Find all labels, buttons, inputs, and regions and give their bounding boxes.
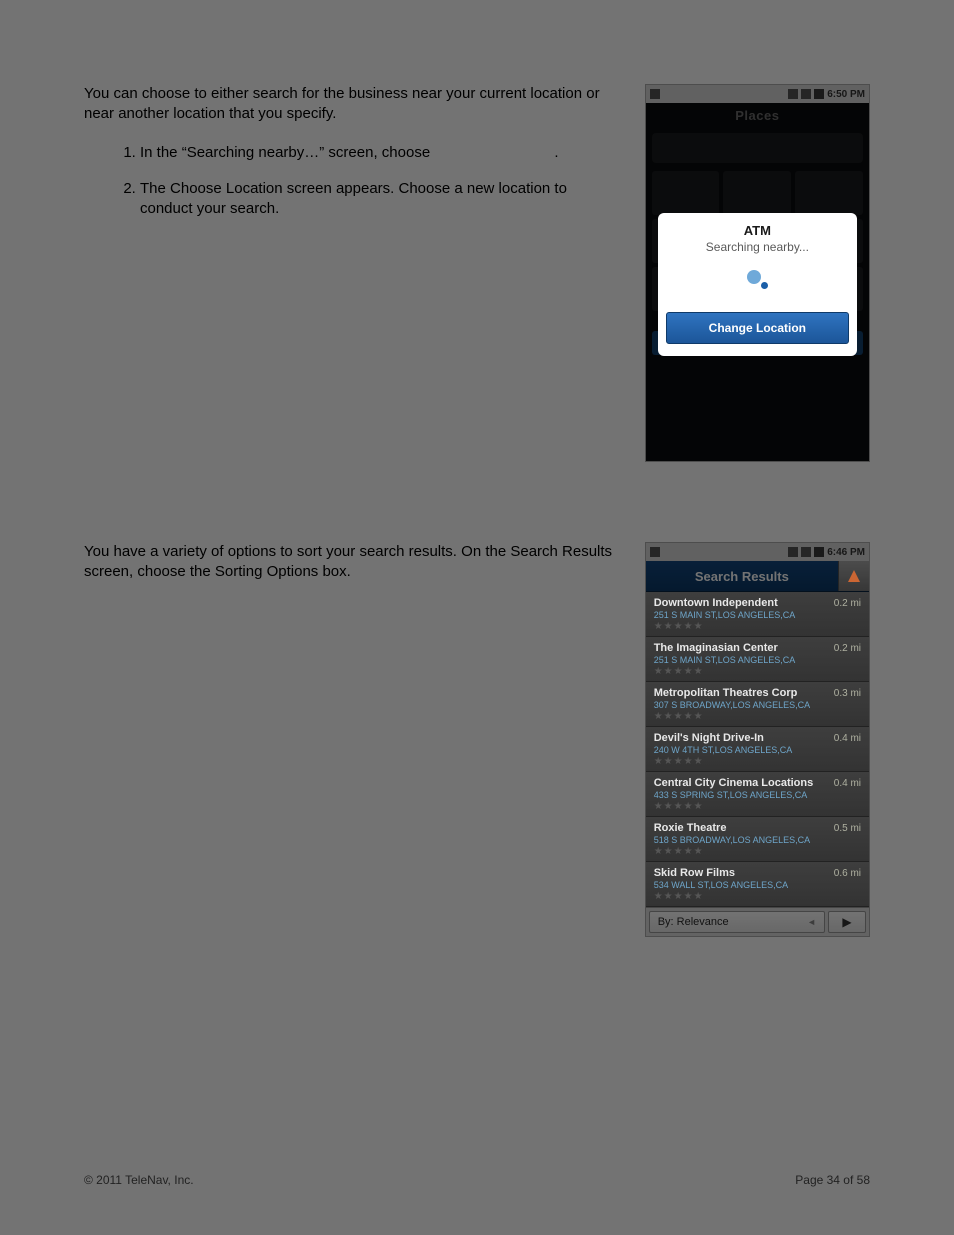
result-address: 240 W 4TH ST,LOS ANGELES,CA: [654, 745, 861, 755]
status-bar: 6:46 PM: [646, 543, 869, 561]
result-distance: 0.6 mi: [834, 868, 861, 879]
result-rating-stars: ★★★★★: [654, 891, 861, 902]
result-name: Devil's Night Drive-In: [654, 732, 861, 744]
phone1-body: Places Transportation Wi-Fi More: [646, 103, 869, 461]
result-name: Central City Cinema Locations: [654, 777, 861, 789]
change-location-button[interactable]: Change Location: [666, 312, 849, 344]
status-time: 6:50 PM: [827, 89, 865, 100]
modal-subtitle: Searching nearby...: [666, 240, 849, 254]
section-search-nearby: You can choose to either search for the …: [84, 84, 870, 462]
status-bar: 6:50 PM: [646, 85, 869, 103]
result-distance: 0.2 mi: [834, 643, 861, 654]
section1-steps: In the “Searching nearby…” screen, choos…: [84, 143, 621, 220]
page-footer: © 2011 TeleNav, Inc. Page 34 of 58: [84, 1173, 870, 1187]
category-tile[interactable]: [652, 171, 720, 215]
results-list[interactable]: 0.2 miDowntown Independent251 S MAIN ST,…: [646, 592, 869, 907]
result-address: 534 WALL ST,LOS ANGELES,CA: [654, 880, 861, 890]
result-address: 518 S BROADWAY,LOS ANGELES,CA: [654, 835, 861, 845]
copyright: © 2011 TeleNav, Inc.: [84, 1173, 194, 1187]
result-rating-stars: ★★★★★: [654, 621, 861, 632]
signal-3g-icon: [788, 89, 798, 99]
page-number: Page 34 of 58: [795, 1173, 870, 1187]
result-address: 307 S BROADWAY,LOS ANGELES,CA: [654, 700, 861, 710]
category-tile[interactable]: [795, 171, 863, 215]
sort-next-button[interactable]: ▶: [828, 911, 866, 933]
result-name: Metropolitan Theatres Corp: [654, 687, 861, 699]
result-distance: 0.3 mi: [834, 688, 861, 699]
places-header: Places: [646, 103, 869, 129]
result-row[interactable]: 0.3 miMetropolitan Theatres Corp307 S BR…: [646, 682, 869, 727]
result-name: Roxie Theatre: [654, 822, 861, 834]
battery-icon: [814, 547, 824, 557]
result-row[interactable]: 0.5 miRoxie Theatre518 S BROADWAY,LOS AN…: [646, 817, 869, 862]
result-rating-stars: ★★★★★: [654, 666, 861, 677]
map-toggle-button[interactable]: [838, 561, 869, 591]
result-address: 433 S SPRING ST,LOS ANGELES,CA: [654, 790, 861, 800]
result-name: Skid Row Films: [654, 867, 861, 879]
results-title: Search Results: [646, 561, 838, 591]
result-distance: 0.2 mi: [834, 598, 861, 609]
result-row[interactable]: 0.4 miDevil's Night Drive-In240 W 4TH ST…: [646, 727, 869, 772]
results-header: Search Results: [646, 561, 869, 592]
result-rating-stars: ★★★★★: [654, 711, 861, 722]
step-2: The Choose Location screen appears. Choo…: [140, 179, 621, 220]
section2-intro: You have a variety of options to sort yo…: [84, 542, 621, 583]
section1-intro: You can choose to either search for the …: [84, 84, 621, 125]
step-1-trail: .: [554, 144, 558, 161]
section1-text: You can choose to either search for the …: [84, 84, 621, 235]
result-rating-stars: ★★★★★: [654, 846, 861, 857]
document-page: You can choose to either search for the …: [0, 0, 954, 1235]
signal-bars-icon: [801, 89, 811, 99]
category-tile[interactable]: [723, 171, 791, 215]
modal-title: ATM: [666, 223, 849, 238]
download-icon: [650, 547, 660, 557]
sort-options-box[interactable]: By: Relevance: [649, 911, 825, 933]
result-row[interactable]: 0.2 miThe Imaginasian Center251 S MAIN S…: [646, 637, 869, 682]
section-sort-results: You have a variety of options to sort yo…: [84, 542, 870, 937]
download-icon: [650, 89, 660, 99]
loading-spinner-icon: [743, 268, 771, 296]
result-row[interactable]: 0.6 miSkid Row Films534 WALL ST,LOS ANGE…: [646, 862, 869, 907]
result-address: 251 S MAIN ST,LOS ANGELES,CA: [654, 655, 861, 665]
step-1: In the “Searching nearby…” screen, choos…: [140, 143, 621, 163]
result-name: The Imaginasian Center: [654, 642, 861, 654]
result-row[interactable]: 0.2 miDowntown Independent251 S MAIN ST,…: [646, 592, 869, 637]
section2-text: You have a variety of options to sort yo…: [84, 542, 621, 597]
battery-icon: [814, 89, 824, 99]
status-time: 6:46 PM: [827, 547, 865, 558]
signal-bars-icon: [801, 547, 811, 557]
result-rating-stars: ★★★★★: [654, 756, 861, 767]
phone-screenshot-searching: 6:50 PM Places Transport: [645, 84, 870, 462]
step-1-text: In the “Searching nearby…” screen, choos…: [140, 144, 430, 161]
result-rating-stars: ★★★★★: [654, 801, 861, 812]
sort-bar: By: Relevance ▶: [646, 907, 869, 936]
result-row[interactable]: 0.4 miCentral City Cinema Locations433 S…: [646, 772, 869, 817]
result-address: 251 S MAIN ST,LOS ANGELES,CA: [654, 610, 861, 620]
result-name: Downtown Independent: [654, 597, 861, 609]
result-distance: 0.4 mi: [834, 733, 861, 744]
result-distance: 0.5 mi: [834, 823, 861, 834]
phone2-body: Search Results 0.2 miDowntown Independen…: [646, 561, 869, 936]
signal-3g-icon: [788, 547, 798, 557]
phone-screenshot-results: 6:46 PM Search Results 0.2 miDowntown In…: [645, 542, 870, 937]
places-search-bar[interactable]: [652, 133, 863, 163]
result-distance: 0.4 mi: [834, 778, 861, 789]
searching-modal: ATM Searching nearby... Change Location: [658, 213, 857, 356]
